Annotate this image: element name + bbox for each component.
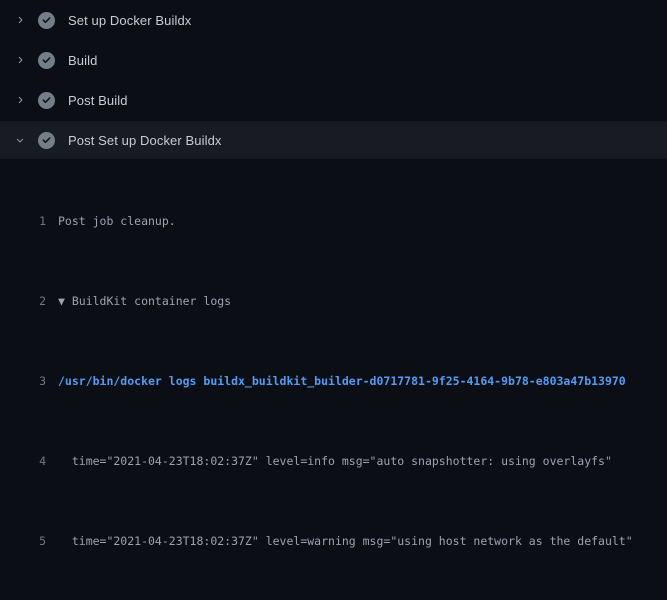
check-circle-icon: [38, 12, 55, 29]
log-line: 2 ▼ BuildKit container logs: [0, 291, 667, 311]
log-line-text: time="2021-04-23T18:02:37Z" level=info m…: [58, 451, 667, 471]
log-line-text[interactable]: ▼ BuildKit container logs: [58, 291, 667, 311]
log-line: 3 /usr/bin/docker logs buildx_buildkit_b…: [0, 371, 667, 391]
step-label: Post Set up Docker Buildx: [68, 133, 222, 148]
log-line-text: time="2021-04-23T18:02:37Z" level=warnin…: [58, 531, 667, 551]
log-line-number[interactable]: 5: [0, 531, 46, 551]
step-label: Build: [68, 53, 97, 68]
step-header-build[interactable]: Build: [0, 40, 667, 80]
log-line: 4 time="2021-04-23T18:02:37Z" level=info…: [0, 451, 667, 471]
log-lines-container: 1 Post job cleanup. 2 ▼ BuildKit contain…: [0, 159, 667, 600]
chevron-right-icon: [12, 52, 28, 68]
steps-list: Set up Docker Buildx Build Post Build: [0, 0, 667, 159]
log-line-text: Post job cleanup.: [58, 211, 667, 231]
log-line-number[interactable]: 2: [0, 291, 46, 311]
log-line-number[interactable]: 1: [0, 211, 46, 231]
check-circle-icon: [38, 132, 55, 149]
step-header-set-up-docker-buildx[interactable]: Set up Docker Buildx: [0, 0, 667, 40]
check-circle-icon: [38, 92, 55, 109]
chevron-right-icon: [12, 12, 28, 28]
actions-log-viewer: Set up Docker Buildx Build Post Build: [0, 0, 667, 600]
log-line-number[interactable]: 4: [0, 451, 46, 471]
check-circle-icon: [38, 52, 55, 69]
step-label: Post Build: [68, 93, 128, 108]
chevron-down-icon: [12, 132, 28, 148]
log-line-text: /usr/bin/docker logs buildx_buildkit_bui…: [58, 371, 667, 391]
step-label: Set up Docker Buildx: [68, 13, 191, 28]
log-line-number[interactable]: 3: [0, 371, 46, 391]
step-header-post-set-up-docker-buildx[interactable]: Post Set up Docker Buildx: [0, 121, 667, 159]
log-line: 1 Post job cleanup.: [0, 211, 667, 231]
chevron-right-icon: [12, 92, 28, 108]
step-header-post-build[interactable]: Post Build: [0, 80, 667, 120]
log-line: 5 time="2021-04-23T18:02:37Z" level=warn…: [0, 531, 667, 551]
